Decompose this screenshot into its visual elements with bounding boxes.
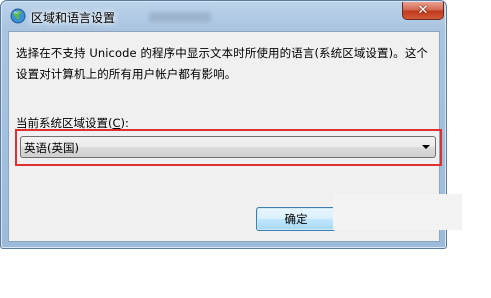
combo-label-accelerator: C (112, 116, 121, 130)
system-locale-dropdown[interactable]: 英语(英国) (20, 136, 436, 158)
combo-label-suffix: ): (120, 116, 129, 130)
highlight-annotation: 英语(英国) (15, 129, 442, 166)
close-icon: ✕ (417, 3, 429, 18)
page: 区域和语言设置 ✕ 选择在不支持 Unicode 的程序中显示文本时所使用的语言… (0, 0, 491, 298)
description-text: 选择在不支持 Unicode 的程序中显示文本时所使用的语言(系统区域设置)。这… (16, 46, 429, 81)
ok-button[interactable]: 确定 (256, 207, 336, 231)
chevron-down-icon[interactable] (422, 145, 430, 149)
combo-label-prefix: 当前系统区域设置( (16, 116, 113, 130)
selected-locale: 英语(英国) (24, 141, 79, 155)
close-button[interactable]: ✕ (402, 2, 444, 20)
blurred-title-region (149, 12, 211, 22)
redacted-region (333, 194, 462, 230)
title-bar[interactable]: 区域和语言设置 ✕ (1, 1, 448, 31)
window-title: 区域和语言设置 (31, 11, 116, 25)
globe-icon (10, 8, 26, 24)
